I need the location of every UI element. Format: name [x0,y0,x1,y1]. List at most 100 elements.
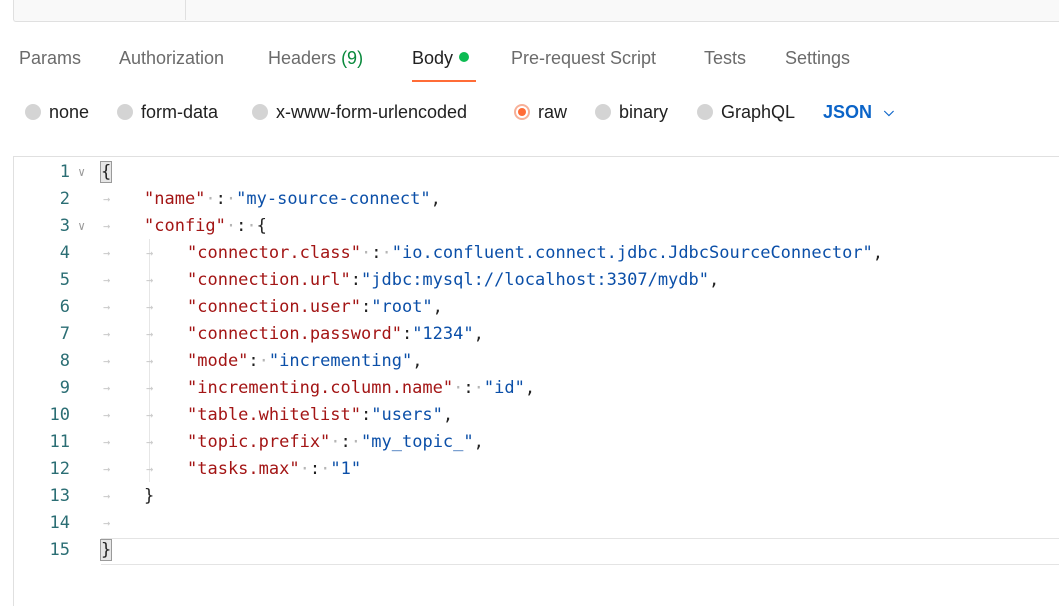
radio-unselected-icon [25,104,41,120]
code-line: 1 ∨ { [14,159,1059,186]
code-line: 5 → → "connection.url":"jdbc:mysql://localh… [14,267,1059,294]
radio-unselected-icon [697,104,713,120]
code-text: "connection.password":"1234", [187,324,484,344]
tab-body[interactable]: Body [412,48,470,69]
radio-graphql-label: GraphQL [721,102,796,122]
code-text: "mode":·"incrementing", [187,351,423,371]
line-number: 10 [49,405,70,425]
radio-binary-label: binary [619,102,669,122]
line-number: 9 [59,378,70,398]
request-tabs: Params Authorization Headers (9) Body Pr… [0,44,1059,84]
url-input-area[interactable] [13,0,1059,22]
headers-count-badge: (9) [341,48,364,68]
line-number: 5 [59,270,70,290]
tab-authorization[interactable]: Authorization [119,48,224,69]
line-number: 2 [59,189,70,209]
tab-indent-icon: → [103,273,111,287]
tab-indent-icon: → [103,300,111,314]
tab-indent-icon: → [146,408,154,422]
tab-indent-icon: → [103,462,111,476]
tab-indent-icon: → [146,435,154,449]
radio-raw[interactable]: raw [514,102,567,123]
radio-unselected-icon [252,104,268,120]
code-line: 14 → [14,510,1059,537]
radio-x-www-form-urlencoded[interactable]: x-www-form-urlencoded [252,102,467,123]
tab-indent-icon: → [103,408,111,422]
code-line: 12 → → "tasks.max"·:·"1" [14,456,1059,483]
code-text: "connector.class"·:·"io.confluent.connec… [187,243,884,263]
body-type-selector: none form-data x-www-form-urlencoded raw… [0,98,1059,128]
tab-indent-icon: → [146,273,154,287]
radio-unselected-icon [595,104,611,120]
code-text: "incrementing.column.name"·:·"id", [187,378,536,398]
tab-indent-icon: → [146,246,154,260]
code-line: 3 ∨ → "config"·:·{ [14,213,1059,240]
tab-indent-icon: → [103,219,111,233]
code-line: 13 →} [14,483,1059,510]
line-number: 11 [49,432,70,452]
format-dropdown[interactable]: JSON ⌵ [823,102,894,123]
radio-none-label: none [49,102,90,122]
code-text: "connection.user":"root", [187,297,443,317]
radio-none[interactable]: none [25,102,89,123]
code-line: 15} [14,537,1059,564]
line-number: 13 [49,486,70,506]
tab-indent-icon: → [103,516,111,530]
code-text: { [99,161,113,183]
radio-form-data-label: form-data [141,102,219,122]
code-text: "config"·:·{ [144,216,267,236]
code-text: } [99,539,113,561]
code-text: "table.whitelist":"users", [187,405,454,425]
tab-settings[interactable]: Settings [785,48,850,69]
code-line: 2 → "name"·:·"my-source-connect", [14,186,1059,213]
tab-headers-label: Headers [268,48,337,68]
code-line: 10 → → "table.whitelist":"users", [14,402,1059,429]
format-dropdown-label: JSON [823,102,873,122]
line-number: 3 [59,216,70,236]
body-active-indicator-icon [459,52,470,62]
line-number: 7 [59,324,70,344]
code-line: 9 → → "incrementing.column.name"·:·"id", [14,375,1059,402]
line-number: 12 [49,459,70,479]
code-text: "tasks.max"·:·"1" [187,459,362,479]
tab-headers[interactable]: Headers (9) [268,48,363,69]
tab-body-label: Body [412,48,454,68]
tab-indent-icon: → [146,462,154,476]
active-tab-underline [412,80,476,82]
code-text: } [144,486,155,506]
tab-indent-icon: → [146,300,154,314]
radio-form-data[interactable]: form-data [117,102,218,123]
tab-pre-request-script[interactable]: Pre-request Script [511,48,656,69]
request-url-bar [0,0,1059,23]
tab-indent-icon: → [146,354,154,368]
line-number: 15 [49,540,70,560]
line-number: 14 [49,513,70,533]
radio-binary[interactable]: binary [595,102,668,123]
code-text: "connection.url":"jdbc:mysql://localhost… [187,270,720,290]
tab-indent-icon: → [103,381,111,395]
method-url-divider [185,0,186,20]
radio-graphql[interactable]: GraphQL [697,102,795,123]
radio-selected-icon [514,104,530,120]
tab-indent-icon: → [103,489,111,503]
tab-indent-icon: → [103,354,111,368]
body-code-editor[interactable]: 1 ∨ {2 → "name"·:·"my-source-connect", 3 ∨ → "co… [13,156,1059,606]
fold-chevron-icon[interactable]: ∨ [78,159,85,186]
radio-raw-label: raw [538,102,568,122]
tab-indent-icon: → [146,381,154,395]
code-line: 6 → → "connection.user":"root", [14,294,1059,321]
line-number: 4 [59,243,70,263]
code-line: 11 → → "topic.prefix"·:·"my_topic_", [14,429,1059,456]
code-line: 4 → → "connector.class"·:·"io.confluent.con… [14,240,1059,267]
code-line: 7 → → "connection.password":"1234", [14,321,1059,348]
chevron-down-icon: ⌵ [884,104,894,119]
tab-tests[interactable]: Tests [704,48,746,69]
code-line: 8 → → "mode":·"incrementing", [14,348,1059,375]
fold-chevron-icon[interactable]: ∨ [78,213,85,240]
line-number: 6 [59,297,70,317]
tab-indent-icon: → [146,327,154,341]
line-number: 8 [59,351,70,371]
tab-indent-icon: → [103,192,111,206]
tab-indent-icon: → [103,327,111,341]
tab-params[interactable]: Params [19,48,81,69]
